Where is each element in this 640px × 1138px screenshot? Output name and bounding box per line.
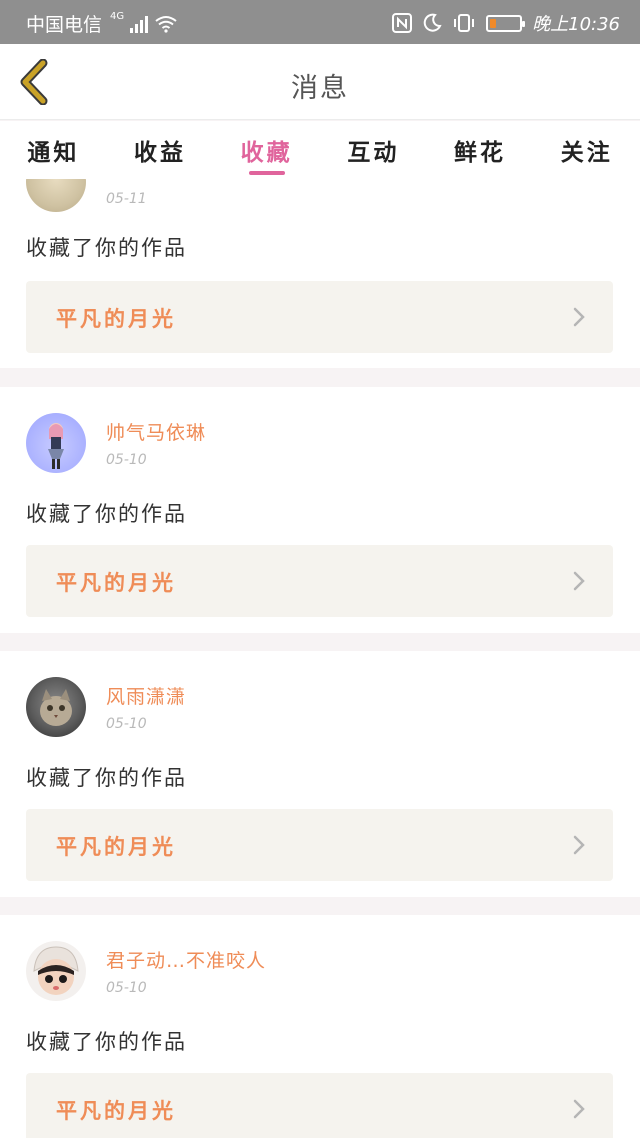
work-title: 平凡的月光 bbox=[56, 307, 176, 331]
avatar-cat bbox=[40, 689, 72, 726]
battery-icon bbox=[486, 14, 526, 32]
tab-flowers[interactable]: 鲜花 bbox=[427, 121, 534, 179]
message-list[interactable]: 05-11 收藏了你的作品 平凡的月光 帅气马依琳 05-10 收藏了你的作品 … bbox=[0, 179, 640, 1138]
username-link[interactable]: 风雨潇潇 bbox=[106, 682, 186, 709]
work-title: 平凡的月光 bbox=[56, 835, 176, 859]
message-action: 收藏了你的作品 bbox=[26, 502, 187, 526]
status-time: 晚上10:36 bbox=[532, 14, 620, 35]
avatar[interactable] bbox=[26, 413, 86, 473]
message-date: 05-10 bbox=[106, 716, 147, 732]
avatar[interactable] bbox=[26, 179, 86, 212]
tab-favorites[interactable]: 收藏 bbox=[213, 121, 320, 179]
active-tab-indicator bbox=[248, 171, 285, 175]
chevron-right-icon bbox=[573, 835, 585, 855]
tab-label: 收藏 bbox=[240, 140, 293, 166]
tab-label: 关注 bbox=[560, 140, 613, 166]
work-link[interactable]: 平凡的月光 bbox=[26, 281, 613, 353]
message-date: 05-10 bbox=[106, 980, 147, 996]
tab-label: 互动 bbox=[347, 140, 400, 166]
page-title: 消息 bbox=[291, 73, 349, 104]
username-link[interactable]: 帅气马依琳 bbox=[106, 418, 206, 445]
tab-bar: 通知 收益 收藏 互动 鲜花 关注 bbox=[0, 121, 640, 179]
message-card: 君子动…不准咬人 05-10 收藏了你的作品 平凡的月光 bbox=[0, 915, 640, 1138]
chevron-right-icon bbox=[573, 1099, 585, 1119]
message-action: 收藏了你的作品 bbox=[26, 236, 187, 260]
network-type: 4G bbox=[110, 11, 125, 22]
username-link[interactable]: 君子动…不准咬人 bbox=[106, 946, 266, 973]
signal-icon bbox=[130, 15, 149, 33]
status-bar-left: 中国电信 4G bbox=[26, 10, 178, 37]
avatar[interactable] bbox=[26, 941, 86, 1001]
message-card: 帅气马依琳 05-10 收藏了你的作品 平凡的月光 bbox=[0, 387, 640, 633]
message-date: 05-11 bbox=[106, 191, 147, 207]
status-bar-right: 晚上10:36 bbox=[392, 10, 620, 36]
wifi-icon bbox=[155, 15, 177, 33]
nfc-icon bbox=[392, 13, 413, 33]
work-title: 平凡的月光 bbox=[56, 571, 176, 595]
nav-bar: 消息 bbox=[0, 44, 640, 120]
work-title: 平凡的月光 bbox=[56, 1099, 176, 1123]
vibrate-icon bbox=[454, 14, 475, 32]
avatar-figure bbox=[48, 423, 64, 469]
carrier-label: 中国电信 bbox=[26, 14, 103, 36]
work-link[interactable]: 平凡的月光 bbox=[26, 1073, 613, 1138]
tab-interactions[interactable]: 互动 bbox=[320, 121, 427, 179]
tab-label: 收益 bbox=[134, 140, 186, 166]
message-date: 05-10 bbox=[106, 452, 147, 468]
tab-notifications[interactable]: 通知 bbox=[0, 121, 107, 179]
chevron-right-icon bbox=[573, 571, 585, 591]
avatar-doll bbox=[33, 946, 79, 995]
tab-label: 通知 bbox=[27, 140, 80, 166]
message-card: 05-11 收藏了你的作品 平凡的月光 bbox=[0, 179, 640, 368]
message-action: 收藏了你的作品 bbox=[26, 1030, 187, 1054]
moon-icon bbox=[423, 13, 442, 32]
tab-label: 鲜花 bbox=[454, 140, 507, 166]
status-bar: 中国电信 4G 晚上10:36 bbox=[0, 0, 640, 44]
avatar[interactable] bbox=[26, 677, 86, 737]
tab-following[interactable]: 关注 bbox=[533, 121, 640, 179]
message-action: 收藏了你的作品 bbox=[26, 766, 187, 790]
chevron-right-icon bbox=[573, 307, 585, 327]
work-link[interactable]: 平凡的月光 bbox=[26, 545, 613, 617]
work-link[interactable]: 平凡的月光 bbox=[26, 809, 613, 881]
tab-earnings[interactable]: 收益 bbox=[107, 121, 214, 179]
message-card: 风雨潇潇 05-10 收藏了你的作品 平凡的月光 bbox=[0, 651, 640, 897]
